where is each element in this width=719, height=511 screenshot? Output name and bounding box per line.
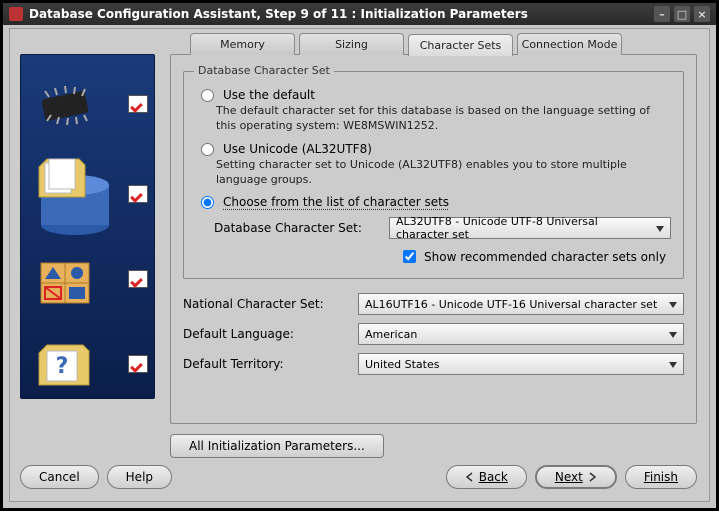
step-check-icon bbox=[128, 95, 148, 113]
row-default-territory: Default Territory: United States bbox=[183, 353, 684, 375]
all-init-params-button[interactable]: All Initialization Parameters... bbox=[170, 434, 384, 458]
row-default-language: Default Language: American bbox=[183, 323, 684, 345]
chevron-right-icon bbox=[587, 472, 597, 482]
tab-connection-mode[interactable]: Connection Mode bbox=[517, 33, 622, 55]
step-check-icon bbox=[128, 355, 148, 373]
button-bar: Cancel Help Back Next Finish bbox=[20, 465, 697, 489]
row-show-recommended: Show recommended character sets only bbox=[399, 247, 671, 266]
tab-sizing[interactable]: Sizing bbox=[299, 33, 404, 55]
option-label: Choose from the list of character sets bbox=[223, 195, 449, 209]
window-title: Database Configuration Assistant, Step 9… bbox=[29, 7, 528, 21]
row-national-charset: National Character Set: AL16UTF16 - Unic… bbox=[183, 293, 684, 315]
next-button[interactable]: Next bbox=[535, 465, 617, 489]
back-button[interactable]: Back bbox=[446, 465, 527, 489]
titlebar: Database Configuration Assistant, Step 9… bbox=[3, 3, 716, 25]
show-recommended-label: Show recommended character sets only bbox=[424, 250, 666, 264]
tab-bar: Memory Sizing Character Sets Connection … bbox=[190, 33, 697, 55]
option-choose-list[interactable]: Choose from the list of character sets bbox=[196, 195, 671, 209]
minimize-icon[interactable]: – bbox=[654, 6, 670, 22]
db-charset-fieldset: Database Character Set Use the default T… bbox=[183, 71, 684, 279]
tab-character-sets[interactable]: Character Sets bbox=[408, 34, 513, 56]
option-label: Use Unicode (AL32UTF8) bbox=[223, 142, 372, 156]
charset-panel: Database Character Set Use the default T… bbox=[170, 54, 697, 424]
finish-button[interactable]: Finish bbox=[625, 465, 697, 489]
radio-choose-list[interactable] bbox=[201, 196, 214, 209]
help-button[interactable]: Help bbox=[107, 465, 172, 489]
radio-use-default[interactable] bbox=[201, 89, 214, 102]
default-territory-select[interactable]: United States bbox=[358, 353, 684, 375]
option-use-default[interactable]: Use the default bbox=[196, 88, 671, 102]
option-use-unicode[interactable]: Use Unicode (AL32UTF8) bbox=[196, 142, 671, 156]
option-desc: Setting character set to Unicode (AL32UT… bbox=[216, 158, 671, 188]
default-language-select[interactable]: American bbox=[358, 323, 684, 345]
option-label: Use the default bbox=[223, 88, 315, 102]
app-icon bbox=[9, 7, 23, 21]
svg-text:?: ? bbox=[56, 354, 69, 379]
close-icon[interactable]: × bbox=[694, 6, 710, 22]
db-charset-label: Database Character Set: bbox=[214, 221, 379, 235]
default-language-label: Default Language: bbox=[183, 327, 348, 341]
step-check-icon bbox=[128, 270, 148, 288]
default-territory-label: Default Territory: bbox=[183, 357, 348, 371]
row-db-charset: Database Character Set: AL32UTF8 - Unico… bbox=[214, 217, 671, 239]
step-check-icon bbox=[128, 185, 148, 203]
main-content: Memory Sizing Character Sets Connection … bbox=[170, 33, 697, 445]
db-charset-select[interactable]: AL32UTF8 - Unicode UTF-8 Universal chara… bbox=[389, 217, 671, 239]
client-area: ? Memory Sizing Character Sets Connectio… bbox=[9, 28, 710, 502]
tab-memory[interactable]: Memory bbox=[190, 33, 295, 55]
window-frame: Database Configuration Assistant, Step 9… bbox=[0, 0, 719, 511]
cancel-button[interactable]: Cancel bbox=[20, 465, 99, 489]
maximize-icon[interactable]: □ bbox=[674, 6, 690, 22]
wizard-sidebar: ? bbox=[20, 54, 155, 399]
national-charset-label: National Character Set: bbox=[183, 297, 348, 311]
chevron-left-icon bbox=[465, 472, 475, 482]
radio-use-unicode[interactable] bbox=[201, 143, 214, 156]
show-recommended-checkbox[interactable] bbox=[403, 250, 416, 263]
national-charset-select[interactable]: AL16UTF16 - Unicode UTF-16 Universal cha… bbox=[358, 293, 684, 315]
fieldset-legend: Database Character Set bbox=[194, 64, 334, 77]
option-desc: The default character set for this datab… bbox=[216, 104, 671, 134]
